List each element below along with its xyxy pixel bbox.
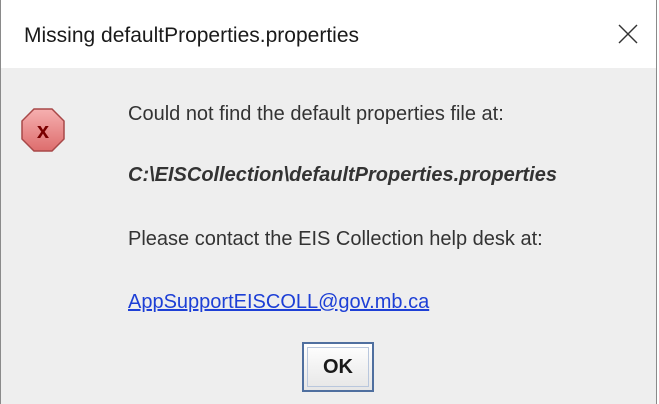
title-bar[interactable]: Missing defaultProperties.properties — [1, 0, 656, 68]
window-title: Missing defaultProperties.properties — [24, 24, 359, 47]
error-dialog: Missing defaultProperties.properties x C… — [0, 0, 657, 404]
error-icon: x — [21, 108, 65, 152]
svg-text:x: x — [37, 118, 50, 143]
dialog-content: x Could not find the default properties … — [1, 68, 656, 404]
message-line: Please contact the EIS Collection help d… — [128, 228, 543, 250]
file-path-text: C:\EISCollection\defaultProperties.prope… — [128, 164, 557, 186]
close-button[interactable] — [606, 14, 650, 54]
ok-button-label: OK — [307, 347, 369, 387]
help-desk-email-link[interactable]: AppSupportEISCOLL@gov.mb.ca — [128, 291, 429, 314]
message-line: Could not find the default properties fi… — [128, 103, 504, 125]
ok-button[interactable]: OK — [302, 342, 374, 392]
close-icon — [618, 24, 638, 44]
